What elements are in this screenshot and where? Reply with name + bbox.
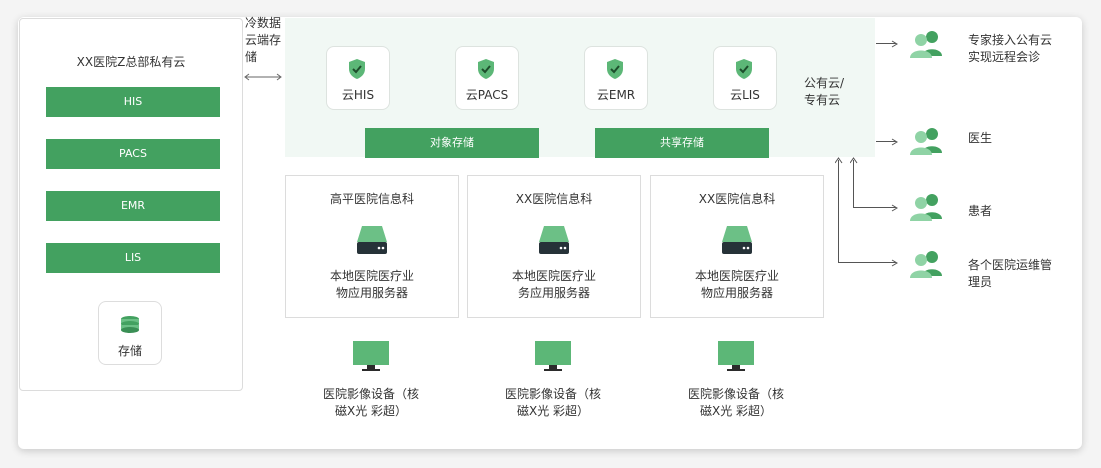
public-cloud-panel: 云HIS 云PACS 云EMR 云LIS 对象存储 共享存储 公有云/ 专有云 <box>285 18 875 158</box>
department-box: 高平医院信息科 本地医院医疗业 物应用服务器 <box>285 175 459 318</box>
imaging-device: 医院影像设备（核 磁X光 彩超） <box>650 340 822 420</box>
shield-check-icon <box>478 59 494 79</box>
arrowhead-up-icon <box>835 157 843 164</box>
system-emr: EMR <box>46 191 220 221</box>
connector-line <box>838 262 896 263</box>
object-storage-bar: 对象存储 <box>365 128 539 158</box>
imaging-device: 医院影像设备（核 磁X光 彩超） <box>285 340 457 420</box>
monitor-icon <box>353 341 389 371</box>
arrowhead-icon <box>891 204 898 212</box>
public-cloud-label: 公有云/ 专有云 <box>804 76 845 107</box>
storage-box: 存储 <box>98 301 162 365</box>
user-label-expert: 专家接入公有云 实现远程会诊 <box>968 33 1053 64</box>
user-label-doctor: 医生 <box>968 131 993 145</box>
arrowhead-up-icon <box>850 157 858 164</box>
shield-check-icon <box>607 59 623 79</box>
department-title: XX医院信息科 <box>698 192 776 206</box>
department-desc: 本地医院医疗业 务应用服务器 <box>511 269 596 300</box>
arrowhead-icon <box>891 259 898 267</box>
system-pacs: PACS <box>46 139 220 169</box>
shield-check-icon <box>349 59 365 79</box>
department-title: 高平医院信息科 <box>329 192 414 206</box>
connector-line <box>853 207 896 208</box>
service-cloud-emr: 云EMR <box>584 46 648 110</box>
monitor-icon <box>718 341 754 371</box>
private-cloud-panel: XX医院Z总部私有云 HIS PACS EMR LIS 存储 <box>19 18 243 391</box>
user-label-admin: 各个医院运维管 理员 <box>968 258 1053 289</box>
system-lis: LIS <box>46 243 220 273</box>
connector-line <box>838 160 839 263</box>
users-icon <box>910 128 942 155</box>
connector-line <box>853 160 854 208</box>
department-box: XX医院信息科 本地医院医疗业 务应用服务器 <box>467 175 641 318</box>
imaging-device-label: 医院影像设备（核 磁X光 彩超） <box>322 387 419 418</box>
arrowhead-icon <box>891 138 898 146</box>
database-icon <box>121 316 139 333</box>
user-label-patient: 患者 <box>968 204 993 218</box>
imaging-device: 医院影像设备（核 磁X光 彩超） <box>467 340 639 420</box>
arrowhead-icon <box>891 40 898 48</box>
users-icon <box>910 194 942 221</box>
cold-storage-label: 冷数据 云端存 储 <box>245 16 282 64</box>
department-desc: 本地医院医疗业 物应用服务器 <box>329 269 414 300</box>
monitor-icon <box>535 341 571 371</box>
imaging-device-label: 医院影像设备（核 磁X光 彩超） <box>504 387 601 418</box>
bidirectional-arrow-icon <box>244 73 282 81</box>
department-title: XX医院信息科 <box>515 192 593 206</box>
server-icon <box>539 226 569 254</box>
department-desc: 本地医院医疗业 物应用服务器 <box>694 269 779 300</box>
service-cloud-lis: 云LIS <box>713 46 777 110</box>
shared-storage-bar: 共享存储 <box>595 128 769 158</box>
service-cloud-his: 云HIS <box>326 46 390 110</box>
department-box: XX医院信息科 本地医院医疗业 物应用服务器 <box>650 175 824 318</box>
server-icon <box>357 226 387 254</box>
imaging-device-label: 医院影像设备（核 磁X光 彩超） <box>687 387 784 418</box>
storage-label: 存储 <box>117 344 142 358</box>
server-icon <box>722 226 752 254</box>
users-icon <box>910 251 942 278</box>
users-icon <box>910 31 942 58</box>
shield-check-icon <box>736 59 752 79</box>
system-his: HIS <box>46 87 220 117</box>
private-cloud-title: XX医院Z总部私有云 <box>76 55 186 69</box>
service-cloud-pacs: 云PACS <box>455 46 519 110</box>
